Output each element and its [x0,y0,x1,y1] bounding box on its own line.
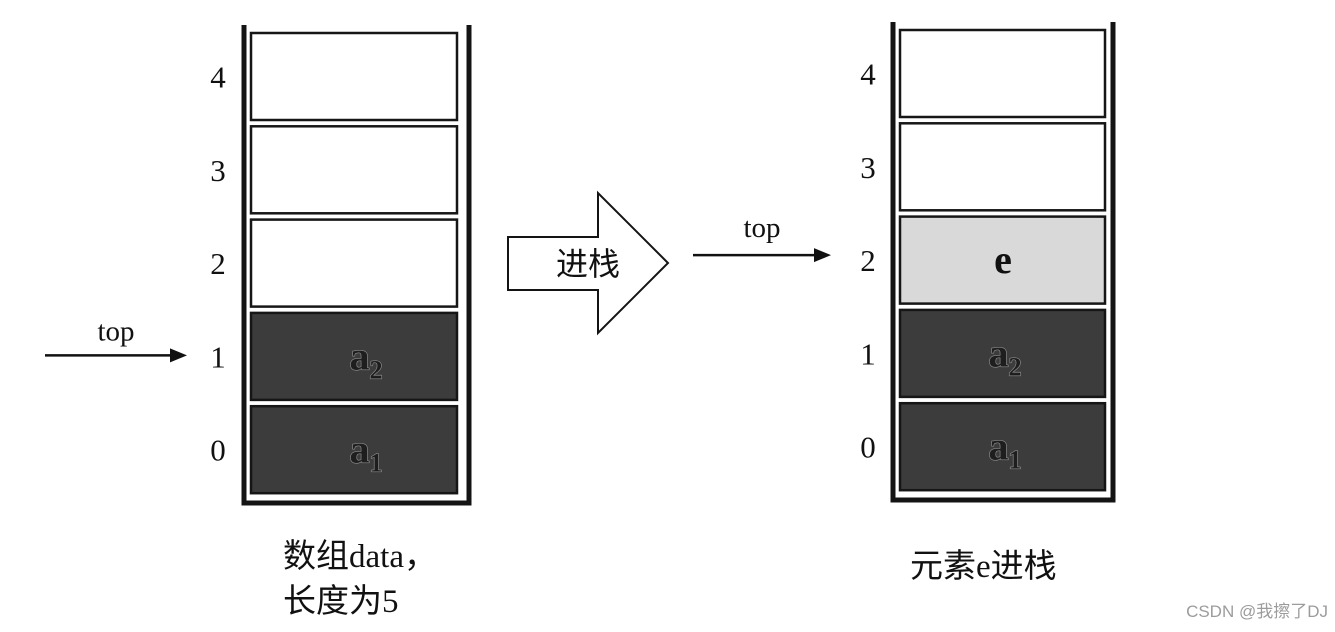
element-subscript: 2 [1009,352,1022,381]
stack-before-cell-3-box [249,125,459,215]
push-arrow: 进栈 [507,190,670,336]
stack-after-index-1: 1 [860,336,876,371]
top-label: top [97,315,134,347]
top-arrowhead-icon [814,248,831,263]
watermark: CSDN @我擦了DJ [1186,602,1328,621]
stack-before-index-0: 0 [210,433,226,468]
stack-before-index-3: 3 [210,153,226,188]
stack-after-index-3: 3 [860,150,876,185]
stack-after-cell-4 [898,28,1107,119]
stack-before: a2 a1 4 3 2 1 0 top 数组data， 长度为5 [45,25,472,620]
stack-after-cell-2: e [898,215,1107,305]
stack-after-cell-1: a2 [898,308,1107,399]
stack-after-cell-0: a1 [898,401,1107,492]
stack-before-cell-1: a2 [249,311,459,402]
element-subscript: 2 [370,355,383,384]
stack-before-cell-4-box [249,31,459,122]
element-subscript: 1 [1009,446,1022,475]
stack-after-cell-2-element: e [994,237,1012,282]
stack-before-index-1: 1 [210,339,226,374]
stack-after-index-4: 4 [860,57,876,92]
stack-before-top-pointer: top [45,315,187,363]
stack-push-diagram: a2 a1 4 3 2 1 0 top 数组data， 长度为5 进栈 e a2… [45,22,1328,621]
element-subscript: 1 [370,449,383,478]
stack-before-cell-3 [249,125,459,215]
element-symbol: a [989,424,1009,469]
top-arrowhead-icon [170,348,187,363]
element-symbol: a [989,330,1009,375]
stack-after: e a2 a1 4 3 2 1 0 top 元素e进栈 [693,22,1116,585]
top-label: top [743,212,780,244]
stack-before-index-2: 2 [210,246,226,281]
stack-after-cell-4-box [898,28,1107,119]
stack-before-cell-2 [249,218,459,308]
stack-before-index-4: 4 [210,60,226,95]
stack-after-cell-3-box [898,122,1107,212]
stack-before-caption-line-2: 长度为5 [283,583,399,620]
element-symbol: a [350,333,370,378]
stack-after-index-2: 2 [860,243,876,278]
stack-after-cell-3 [898,122,1107,212]
stack-before-cell-0: a1 [249,404,459,495]
stack-after-index-0: 0 [860,430,876,465]
element-symbol: a [350,427,370,472]
stack-before-cell-4 [249,31,459,122]
stack-before-caption-line-1: 数组data， [283,538,437,575]
stack-after-top-pointer: top [693,212,831,263]
push-arrow-label: 进栈 [556,246,620,282]
stack-after-caption: 元素e进栈 [910,548,1057,585]
stack-before-cell-2-box [249,218,459,308]
